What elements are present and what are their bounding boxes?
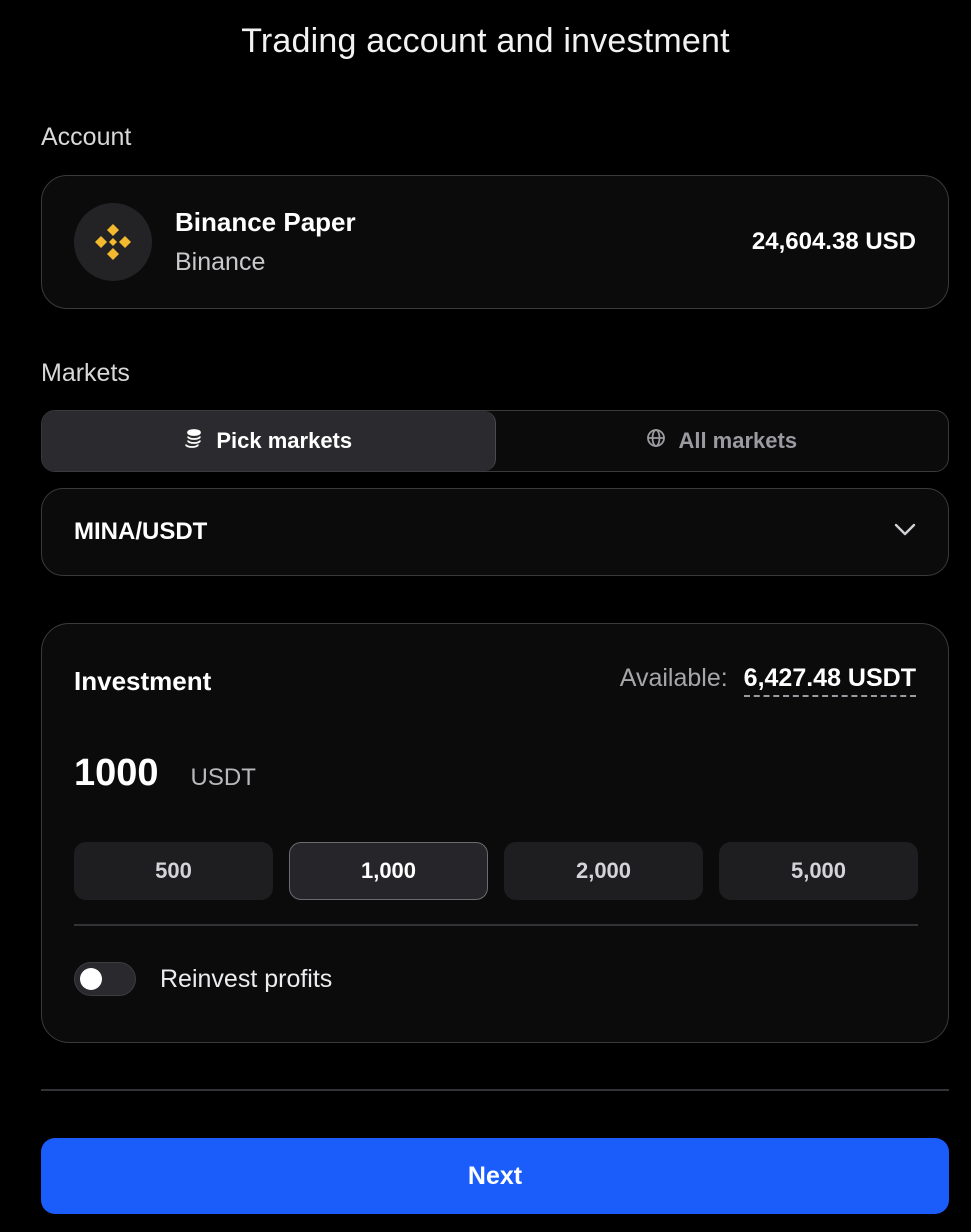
amount-presets: 500 1,000 2,000 5,000 (74, 842, 918, 900)
available-value[interactable]: 6,427.48 USDT (743, 664, 916, 697)
reinvest-row: Reinvest profits (74, 962, 332, 996)
account-name: Binance Paper (175, 207, 356, 237)
globe-icon (646, 428, 666, 454)
investment-unit: USDT (190, 764, 256, 791)
account-exchange: Binance (175, 248, 266, 276)
binance-logo-icon (74, 203, 152, 281)
market-select-value: MINA/USDT (74, 518, 208, 545)
account-card[interactable]: Binance Paper Binance 24,604.38 USD (41, 175, 949, 309)
tab-all-markets[interactable]: All markets (496, 411, 949, 471)
page-title: Trading account and investment (241, 22, 730, 60)
tab-pick-markets-label: Pick markets (216, 428, 353, 453)
chevron-down-icon (894, 523, 916, 542)
tab-pick-markets[interactable]: Pick markets (42, 411, 496, 471)
preset-2000-button[interactable]: 2,000 (504, 842, 703, 900)
toggle-knob (80, 968, 102, 990)
footer-divider (41, 1089, 949, 1091)
available-label: Available: (619, 664, 728, 692)
investment-divider (74, 924, 918, 926)
preset-1000-button[interactable]: 1,000 (289, 842, 488, 900)
preset-500-button[interactable]: 500 (74, 842, 273, 900)
reinvest-label: Reinvest profits (160, 964, 333, 993)
investment-title: Investment (74, 666, 212, 696)
trading-setup-page: Trading account and investment Account B… (0, 0, 971, 1232)
next-button[interactable]: Next (41, 1138, 949, 1214)
account-section-label: Account (41, 123, 132, 151)
preset-5000-button[interactable]: 5,000 (719, 842, 918, 900)
markets-mode-toggle: Pick markets All markets (41, 410, 949, 472)
account-info: Binance Paper Binance (175, 207, 752, 277)
markets-section-label: Markets (41, 359, 130, 387)
coins-stack-icon (184, 428, 204, 454)
tab-all-markets-label: All markets (678, 428, 798, 453)
available-balance: Available: 6,427.48 USDT (620, 664, 916, 697)
investment-amount-field[interactable]: 1000 USDT (74, 752, 256, 795)
investment-amount-input[interactable]: 1000 (74, 752, 159, 795)
account-balance: 24,604.38 USD (751, 228, 916, 255)
investment-card: Investment Available: 6,427.48 USDT 1000… (41, 623, 949, 1043)
market-select[interactable]: MINA/USDT (41, 488, 949, 576)
reinvest-toggle[interactable] (74, 962, 136, 996)
